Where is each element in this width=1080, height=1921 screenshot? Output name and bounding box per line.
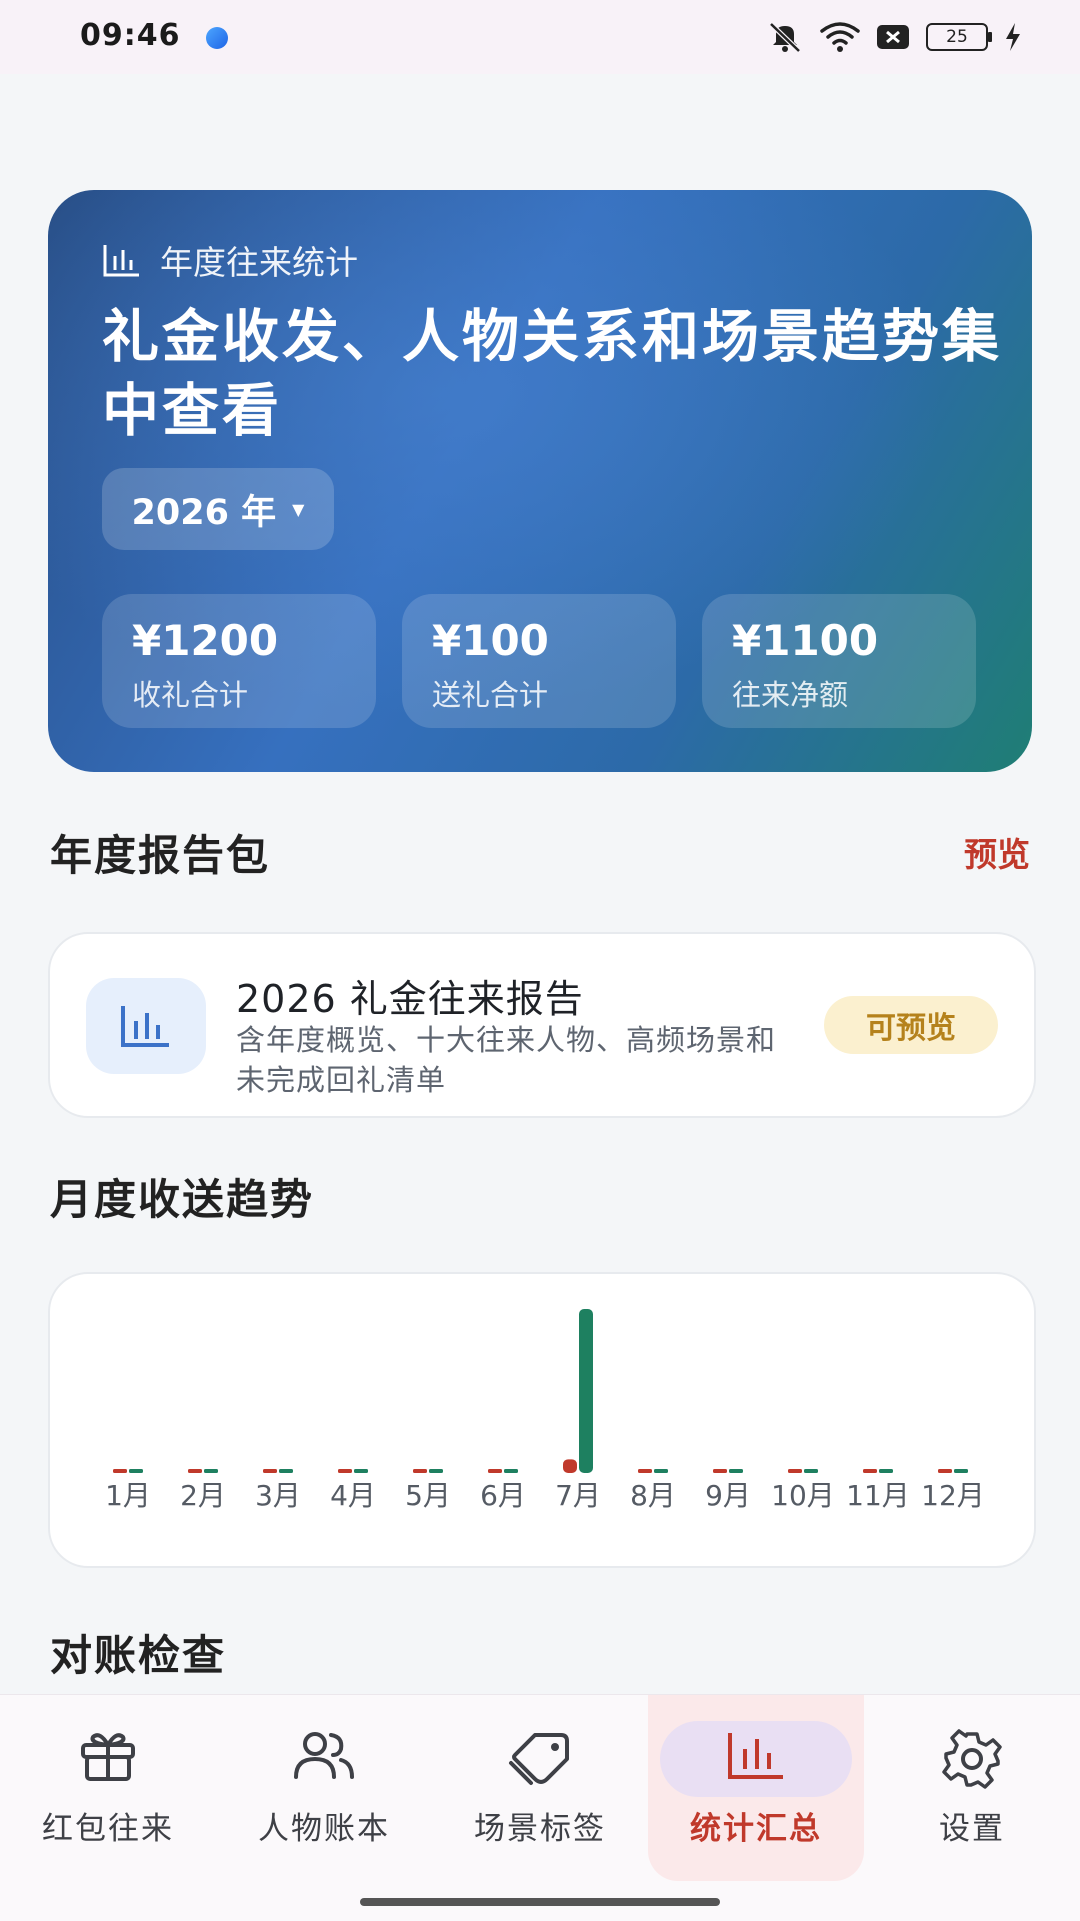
sent-bar-11 <box>863 1469 877 1473</box>
x-tick-label: 2月 <box>180 1479 226 1512</box>
sent-bar-4 <box>338 1469 352 1473</box>
stat-label: 往来净额 <box>732 678 849 712</box>
received-bar-2 <box>204 1469 218 1473</box>
received-bar-1 <box>129 1469 143 1473</box>
preview-available-badge: 可预览 <box>824 996 998 1054</box>
x-tick-label: 5月 <box>405 1479 451 1512</box>
nav-label: 人物账本 <box>258 1811 390 1847</box>
sent-bar-6 <box>488 1469 502 1473</box>
status-time: 09:46 <box>80 18 181 53</box>
annual-summary-card: 年度往来统计 礼金收发、人物关系和场景趋势集中查看 2026 年 ▼ ¥1200… <box>48 190 1032 772</box>
people-icon <box>294 1732 354 1779</box>
monthly-trend-chart: 1月 2月 3月 4月 5月 6月 7月 8月 9月 10月 11月 12月 <box>105 1309 985 1512</box>
nav-item-scene-tags[interactable]: 场景标签 <box>432 1695 648 1885</box>
sim-icon <box>877 25 909 49</box>
nav-item-people[interactable]: 人物账本 <box>216 1695 432 1885</box>
stat-sent-total: ¥100 送礼合计 <box>402 594 676 728</box>
stat-value: ¥1200 <box>132 616 279 665</box>
report-description: 含年度概览、十大往来人物、高频场景和未完成回礼清单 <box>236 1023 777 1097</box>
mute-icon <box>769 22 801 53</box>
preview-link[interactable]: 预览 <box>964 828 1030 876</box>
received-bar-12 <box>954 1469 968 1473</box>
received-bar-3 <box>279 1469 293 1473</box>
hero-title: 礼金收发、人物关系和场景趋势集中查看 <box>102 304 1002 444</box>
x-tick-label: 10月 <box>771 1479 835 1512</box>
bar-chart-icon <box>121 1006 169 1047</box>
sent-bar-8 <box>638 1469 652 1473</box>
received-bar-4 <box>354 1469 368 1473</box>
sent-bar-5 <box>413 1469 427 1473</box>
received-bar-11 <box>879 1469 893 1473</box>
tag-icon <box>509 1733 569 1785</box>
x-tick-label: 1月 <box>105 1479 151 1512</box>
x-tick-label: 8月 <box>630 1479 676 1512</box>
received-bar-9 <box>729 1469 743 1473</box>
nav-label: 设置 <box>939 1811 1005 1847</box>
report-title: 2026 礼金往来报告 <box>236 977 584 1021</box>
app-notification-icon <box>206 27 228 49</box>
battery-level: 25 <box>946 27 968 47</box>
x-tick-label: 4月 <box>330 1479 376 1512</box>
x-tick-label: 3月 <box>255 1479 301 1512</box>
x-tick-label: 6月 <box>480 1479 526 1512</box>
received-bar-5 <box>429 1469 443 1473</box>
received-bar-10 <box>804 1469 818 1473</box>
stat-label: 送礼合计 <box>432 678 549 712</box>
status-bar: 09:46 25 <box>0 0 1080 74</box>
caret-down-icon: ▼ <box>292 499 305 519</box>
status-icons: 25 <box>766 20 1022 54</box>
hero-eyebrow: 年度往来统计 <box>102 236 358 284</box>
report-icon-box <box>86 978 206 1074</box>
x-tick-label: 7月 <box>555 1479 601 1512</box>
nav-item-statistics[interactable]: 统计汇总 <box>648 1695 864 1885</box>
sent-bar-12 <box>938 1469 952 1473</box>
sent-bar-10 <box>788 1469 802 1473</box>
nav-item-gifts[interactable]: 红包往来 <box>0 1695 216 1885</box>
charging-icon <box>1006 23 1020 51</box>
stat-received-total: ¥1200 收礼合计 <box>102 594 376 728</box>
stat-net-amount: ¥1100 往来净额 <box>702 594 976 728</box>
chart-icon <box>728 1733 783 1779</box>
x-tick-label: 12月 <box>921 1479 985 1512</box>
sent-bar-1 <box>113 1469 127 1473</box>
report-section-title: 年度报告包 <box>50 831 271 880</box>
received-bar-6 <box>504 1469 518 1473</box>
stat-value: ¥1100 <box>732 616 879 665</box>
trend-section-title: 月度收送趋势 <box>50 1175 315 1224</box>
sent-bar-2 <box>188 1469 202 1473</box>
received-bar-8 <box>654 1469 668 1473</box>
x-tick-label: 9月 <box>705 1479 751 1512</box>
nav-item-settings[interactable]: 设置 <box>864 1695 1080 1885</box>
x-tick-label: 11月 <box>846 1479 910 1512</box>
bottom-navigation: 红包往来 人物账本 场景标签 统计汇总 设置 <box>0 1694 1080 1921</box>
stat-value: ¥100 <box>432 616 549 665</box>
gift-icon <box>81 1733 135 1781</box>
nav-label: 红包往来 <box>42 1811 174 1847</box>
stat-label: 收礼合计 <box>132 678 249 712</box>
sent-bar-7 <box>563 1459 577 1473</box>
sent-bar-3 <box>263 1469 277 1473</box>
nav-label: 统计汇总 <box>690 1811 822 1847</box>
bar-chart-icon <box>103 245 139 277</box>
reconcile-section-title: 对账检查 <box>50 1631 227 1680</box>
hero-eyebrow-label: 年度往来统计 <box>160 243 358 282</box>
nav-label: 场景标签 <box>474 1811 606 1847</box>
report-card[interactable]: 2026 礼金往来报告 含年度概览、十大往来人物、高频场景和未完成回礼清单 可预… <box>48 932 1036 1118</box>
gear-icon <box>942 1729 1002 1789</box>
battery-indicator: 25 <box>926 23 992 51</box>
year-selector-label: 2026 年 <box>131 492 277 533</box>
year-selector[interactable]: 2026 年 ▼ <box>102 468 334 550</box>
sent-bar-9 <box>713 1469 727 1473</box>
wifi-icon <box>820 22 860 52</box>
home-indicator <box>360 1898 720 1906</box>
received-bar-7 <box>579 1309 593 1473</box>
trend-chart-card: 1月 2月 3月 4月 5月 6月 7月 8月 9月 10月 11月 12月 <box>48 1272 1036 1568</box>
